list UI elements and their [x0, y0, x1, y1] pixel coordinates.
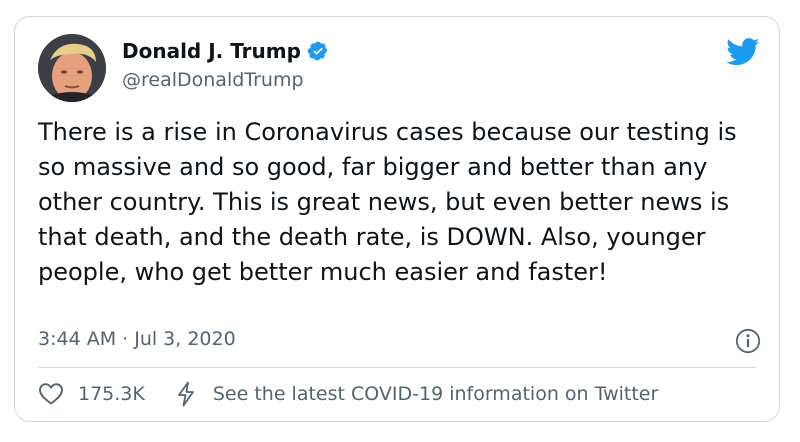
like-count[interactable]: 175.3K: [78, 383, 145, 405]
tweet-text: There is a rise in Coronavirus cases bec…: [38, 118, 737, 286]
author-handle[interactable]: @realDonaldTrump: [122, 69, 304, 91]
lightning-bolt-icon[interactable]: [175, 381, 197, 407]
divider: [38, 367, 756, 368]
heart-icon[interactable]: [38, 382, 64, 406]
covid-info-link[interactable]: See the latest COVID-19 information on T…: [213, 383, 658, 405]
tweet-card: Donald J. Trump @realDonaldTrump There i…: [14, 16, 780, 422]
twitter-bird-icon[interactable]: [726, 38, 760, 66]
avatar[interactable]: [38, 34, 106, 102]
verified-badge-icon: [307, 41, 328, 61]
author-name[interactable]: Donald J. Trump: [122, 39, 301, 63]
tweet-timestamp[interactable]: 3:44 AM · Jul 3, 2020: [38, 328, 236, 350]
tweet-actions: 175.3K See the latest COVID-19 informati…: [38, 381, 658, 407]
author-name-row: Donald J. Trump: [122, 39, 329, 63]
info-icon[interactable]: [735, 328, 761, 354]
